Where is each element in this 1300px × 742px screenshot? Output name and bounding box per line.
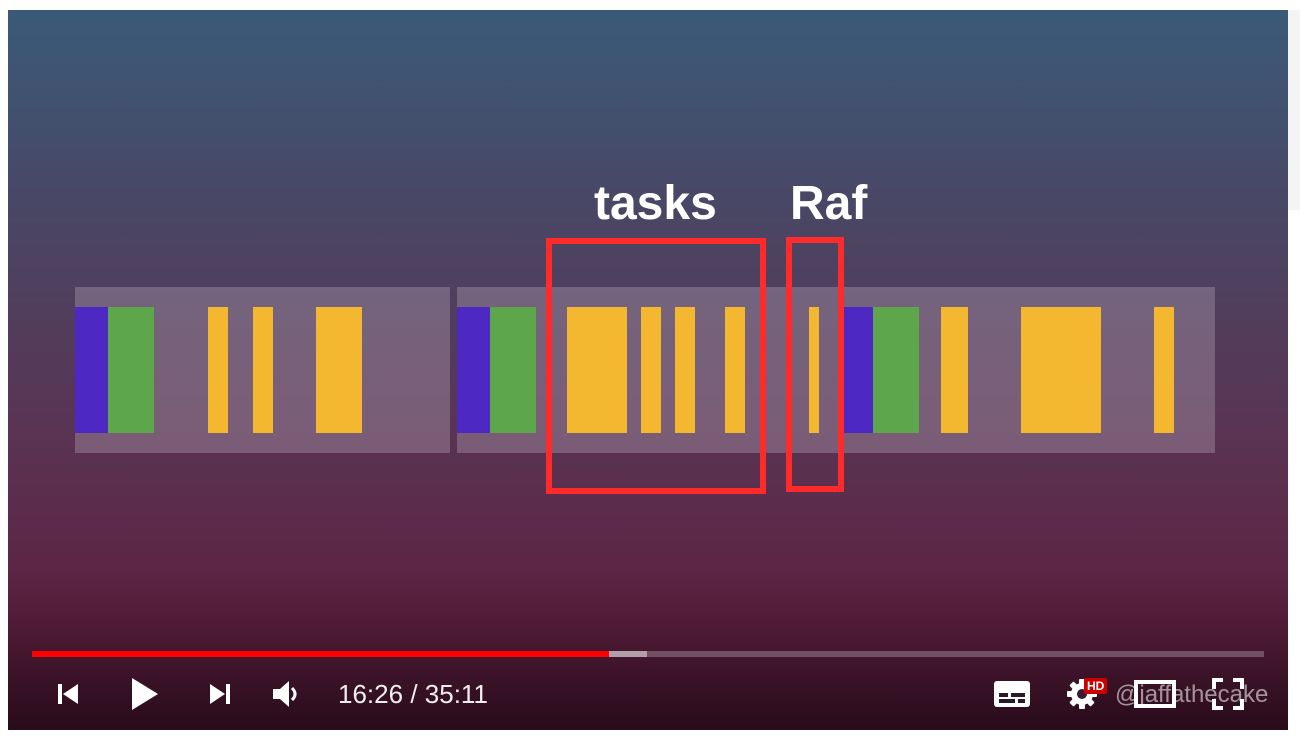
play-icon: [132, 678, 158, 710]
task-block: [316, 307, 362, 433]
captions-icon: [994, 681, 1030, 707]
task-block: [208, 307, 228, 433]
tasks-highlight-box: [546, 238, 766, 494]
video-player[interactable]: tasks Raf 16:26 / 35:11 HD @jaffathecake: [8, 10, 1288, 730]
next-button[interactable]: [200, 674, 240, 714]
fullscreen-button[interactable]: [1206, 674, 1250, 714]
task-block: [253, 307, 273, 433]
layout-block: [873, 307, 919, 433]
hd-badge: HD: [1084, 678, 1108, 694]
captions-button[interactable]: [990, 674, 1034, 714]
next-icon: [210, 684, 230, 704]
time-separator: /: [410, 679, 418, 709]
task-block: [1021, 307, 1101, 433]
task-block: [1154, 307, 1174, 433]
theater-icon: [1134, 680, 1176, 708]
layout-block: [108, 307, 154, 433]
previous-icon: [58, 684, 78, 704]
progress-played: [32, 651, 609, 657]
tasks-label: tasks: [594, 177, 717, 230]
raf-label: Raf: [790, 177, 868, 230]
volume-icon: [273, 681, 297, 707]
fullscreen-icon: [1212, 678, 1244, 710]
style-block: [843, 307, 873, 433]
play-button[interactable]: [122, 674, 166, 714]
raf-highlight-box: [786, 237, 844, 492]
previous-button[interactable]: [48, 674, 88, 714]
page-scrollbar[interactable]: [1288, 10, 1300, 210]
time-current: 16:26: [338, 679, 404, 709]
task-block: [941, 307, 968, 433]
layout-block: [490, 307, 536, 433]
time-display: 16:26 / 35:11: [338, 677, 488, 711]
theater-mode-button[interactable]: [1132, 674, 1178, 714]
style-block: [457, 307, 490, 433]
style-block: [75, 307, 108, 433]
volume-button[interactable]: [266, 674, 306, 714]
time-total: 35:11: [424, 679, 488, 709]
progress-bar[interactable]: [32, 651, 1264, 657]
